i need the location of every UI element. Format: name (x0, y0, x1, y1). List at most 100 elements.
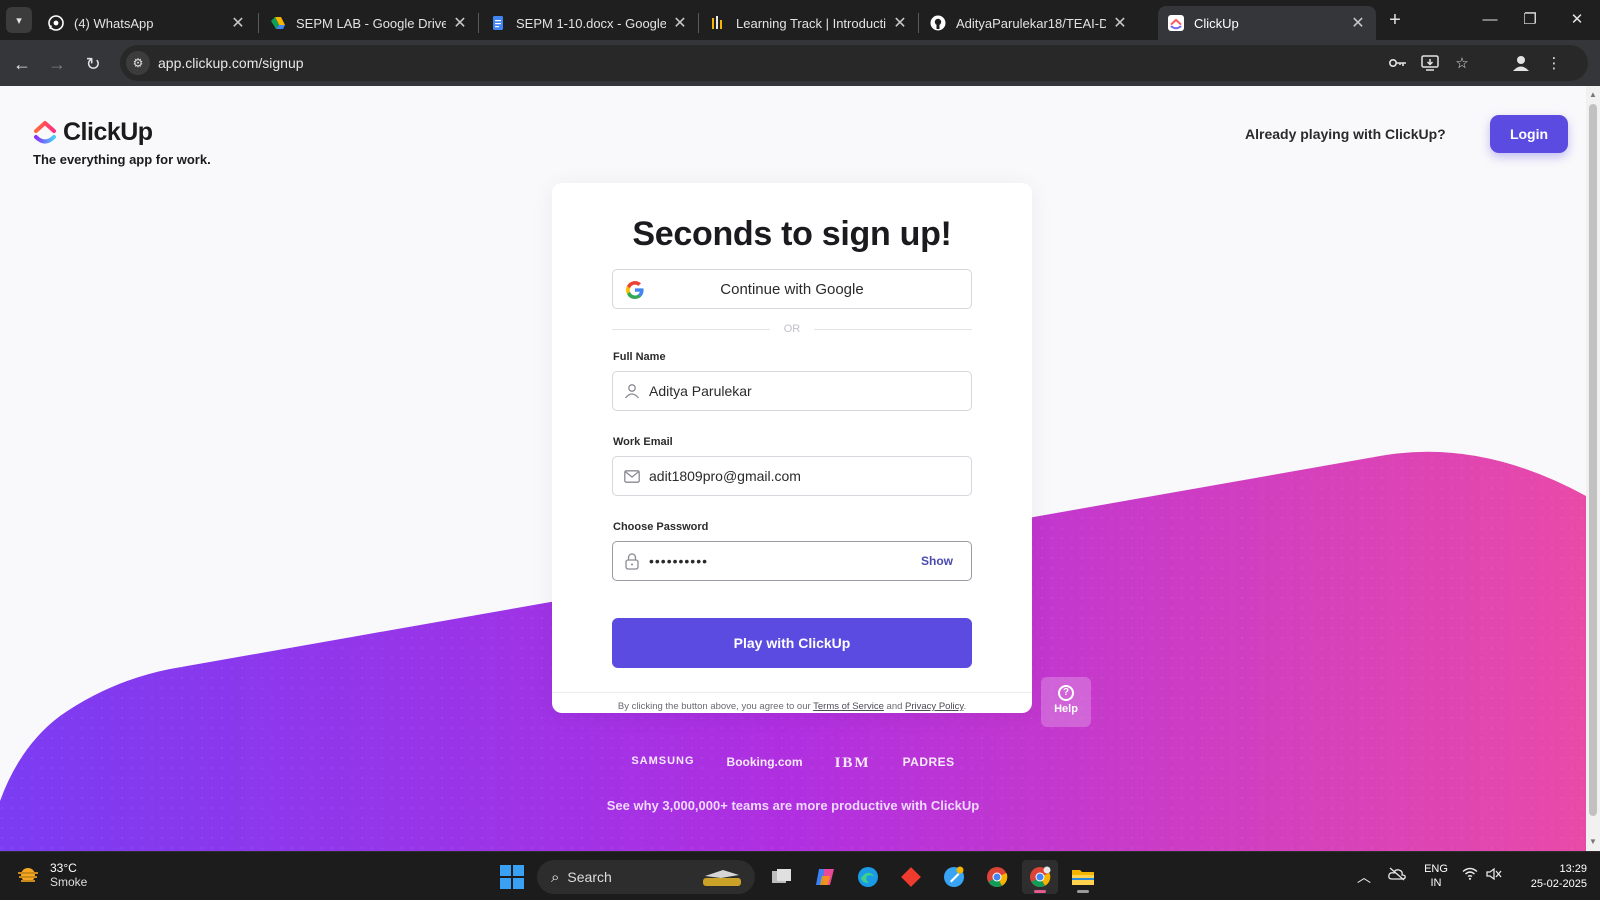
play-with-clickup-button[interactable]: Play with ClickUp (612, 618, 972, 668)
card-divider (552, 692, 1032, 693)
google-icon (626, 281, 644, 299)
user-icon (623, 382, 641, 400)
lock-icon (623, 552, 641, 570)
edge-icon[interactable] (850, 860, 886, 894)
copilot-icon[interactable] (807, 860, 843, 894)
terms-of-service-link[interactable]: Terms of Service (813, 701, 884, 712)
already-account-text: Already playing with ClickUp? (1245, 126, 1446, 142)
whatsapp-icon (48, 15, 64, 31)
booking-logo: Booking.com (726, 755, 803, 769)
chrome-icon[interactable] (979, 860, 1015, 894)
show-hidden-icons[interactable]: ︿ (1357, 867, 1371, 887)
taskbar-search[interactable]: ⌕ Search (537, 860, 755, 894)
page-viewport: ClickUp The everything app for work. Alr… (0, 86, 1586, 851)
help-button[interactable]: ? Help (1041, 677, 1091, 727)
clickup-icon (1168, 15, 1184, 31)
battery-volume-icon[interactable] (1486, 867, 1502, 884)
tab-search-button[interactable]: ▾ (6, 7, 32, 33)
terms-notice: By clicking the button above, you agree … (552, 701, 1032, 712)
search-highlight-icon (703, 870, 741, 886)
login-button[interactable]: Login (1490, 115, 1568, 153)
language-indicator[interactable]: ENG IN (1421, 862, 1451, 890)
windows-start-icon[interactable] (500, 865, 524, 889)
full-name-field[interactable]: Aditya Parulekar (612, 371, 972, 411)
password-key-icon[interactable] (1386, 51, 1410, 75)
scroll-down-arrow-icon[interactable]: ▼ (1586, 835, 1600, 849)
tab-separator (478, 13, 479, 33)
help-label: Help (1054, 703, 1078, 715)
google-button-label: Continue with Google (720, 280, 864, 298)
onedrive-offline-icon[interactable] (1388, 867, 1406, 884)
customer-logos: SAMSUNG Booking.com IBM PADRES (0, 755, 1586, 772)
tab-title: SEPM 1-10.docx - Google Do (516, 15, 666, 31)
github-icon (930, 15, 946, 31)
divider-line (814, 329, 972, 330)
file-explorer-icon[interactable] (1065, 860, 1101, 894)
show-password-button[interactable]: Show (921, 554, 953, 568)
tab-close-icon[interactable]: ✕ (1350, 13, 1366, 33)
weather-smoke-icon (18, 868, 38, 882)
tab-close-icon[interactable]: ✕ (1112, 13, 1128, 33)
ibm-logo: IBM (834, 755, 871, 771)
tab-google-docs[interactable]: SEPM 1-10.docx - Google Do ✕ (480, 6, 698, 40)
continue-with-google-button[interactable]: Continue with Google (612, 269, 972, 309)
samsung-logo: SAMSUNG (631, 755, 695, 767)
forward-button[interactable]: → (44, 51, 70, 77)
google-docs-icon (490, 15, 506, 31)
close-window-button[interactable]: ✕ (1554, 8, 1600, 32)
tab-title: ClickUp (1194, 15, 1239, 31)
terms-prefix: By clicking the button above, you agree … (617, 701, 814, 712)
full-name-label: Full Name (613, 351, 666, 363)
search-label: Search (567, 869, 612, 885)
weather-widget[interactable]: 33°C Smoke (16, 861, 87, 889)
task-view-icon[interactable] (764, 860, 800, 894)
bookmark-star-icon[interactable]: ☆ (1450, 51, 1474, 75)
tab-clickup[interactable]: ClickUp ✕ (1158, 6, 1376, 40)
clickup-logo[interactable]: ClickUp (33, 118, 153, 147)
more-menu-icon[interactable]: ⋮ (1542, 51, 1566, 75)
reload-button[interactable]: ↻ (80, 51, 106, 77)
language-line1: ENG (1424, 863, 1448, 875)
wifi-icon[interactable] (1462, 867, 1478, 883)
address-bar[interactable]: ⚙ app.clickup.com/signup ☆ (120, 45, 1588, 81)
profile-icon[interactable] (1509, 51, 1533, 75)
tab-close-icon[interactable]: ✕ (230, 13, 246, 33)
anydesk-icon[interactable] (893, 860, 929, 894)
scroll-up-arrow-icon[interactable]: ▲ (1586, 88, 1600, 102)
chrome-profile-icon[interactable] (1022, 860, 1058, 894)
work-email-field[interactable]: adit1809pro@gmail.com (612, 456, 972, 496)
tab-close-icon[interactable]: ✕ (672, 13, 688, 33)
password-label: Choose Password (613, 521, 709, 533)
back-button[interactable]: ← (9, 51, 35, 77)
work-email-label: Work Email (613, 436, 673, 448)
browser-toolbar: ← → ↻ ⚙ app.clickup.com/signup ☆ ⋮ (0, 40, 1600, 86)
tab-whatsapp[interactable]: (4) WhatsApp ✕ (38, 6, 256, 40)
clickup-logo-icon (34, 120, 56, 143)
weather-desc: Smoke (50, 875, 88, 889)
clock-time: 13:29 (1559, 863, 1587, 875)
question-icon: ? (1058, 685, 1074, 701)
tab-learning-track[interactable]: Learning Track | Introduction ✕ (700, 6, 918, 40)
tab-close-icon[interactable]: ✕ (892, 13, 908, 33)
site-info-icon[interactable]: ⚙ (126, 51, 150, 75)
new-tab-button[interactable]: + (1383, 8, 1407, 32)
weather-temp: 33°C (50, 861, 77, 875)
active-app-indicator (1034, 890, 1046, 893)
tab-close-icon[interactable]: ✕ (452, 13, 468, 33)
scrollbar-thumb[interactable] (1589, 104, 1597, 816)
privacy-policy-link[interactable]: Privacy Policy (905, 701, 963, 712)
restore-button[interactable]: ❐ (1507, 8, 1553, 32)
tab-title: SEPM LAB - Google Drive (296, 15, 446, 31)
notes-app-icon[interactable] (936, 860, 972, 894)
password-field[interactable]: •••••••••• Show (612, 541, 972, 581)
tab-github[interactable]: AdityaParulekar18/TEAI-DS_S ✕ (920, 6, 1138, 40)
clock-date: 25-02-2025 (1530, 878, 1587, 890)
install-app-icon[interactable] (1418, 51, 1442, 75)
learning-track-icon (710, 15, 726, 31)
language-line2: IN (1430, 877, 1442, 889)
mail-icon (623, 467, 641, 485)
system-clock[interactable]: 13:29 25-02-2025 (1515, 862, 1587, 892)
tab-separator (258, 13, 259, 33)
page-scrollbar[interactable]: ▲ ▼ (1586, 86, 1600, 851)
tab-google-drive[interactable]: SEPM LAB - Google Drive ✕ (260, 6, 478, 40)
